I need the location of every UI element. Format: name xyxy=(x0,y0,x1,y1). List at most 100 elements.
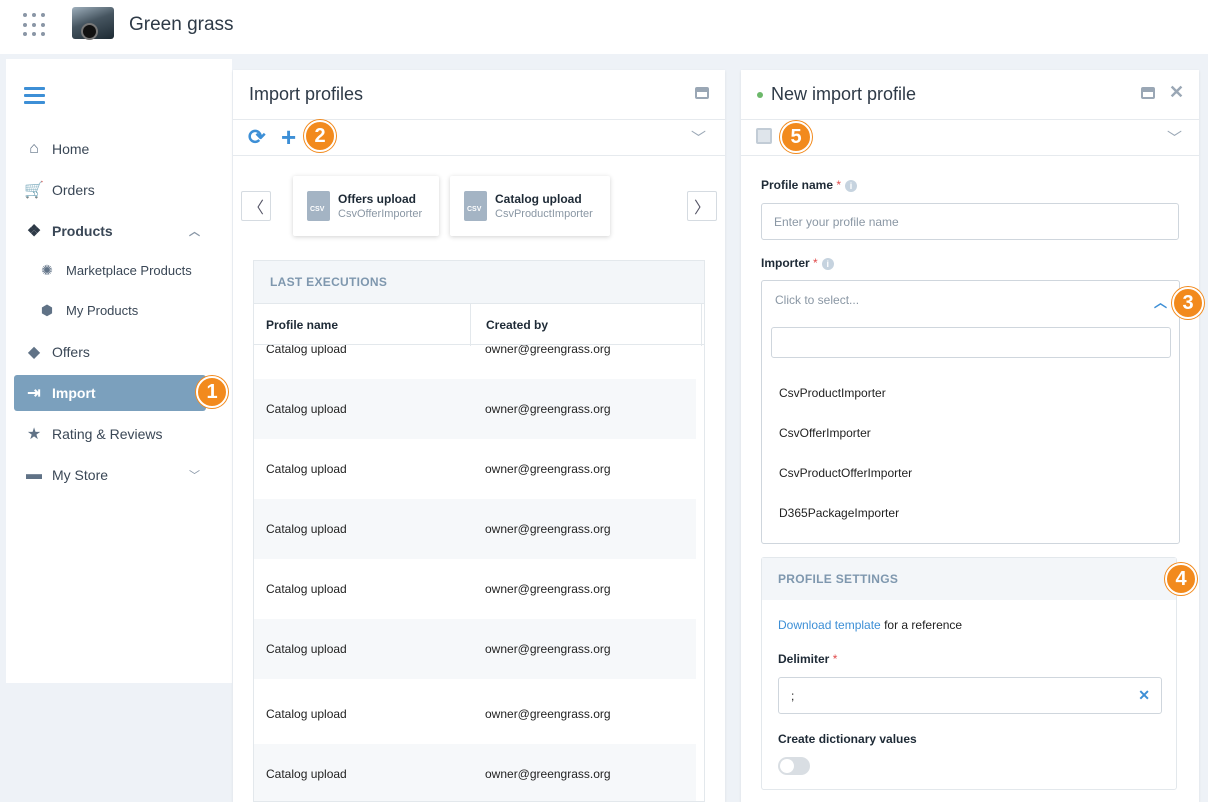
chevron-left-icon: 〈 xyxy=(247,200,264,217)
close-icon[interactable]: ✕ xyxy=(1169,82,1184,103)
sidebar-item-label: Products xyxy=(52,223,113,239)
minimize-icon[interactable] xyxy=(695,87,709,99)
sidebar-item-products[interactable]: ❖ Products ︿ xyxy=(14,213,206,249)
blade-title: Import profiles xyxy=(249,84,364,104)
importer-label: Importer * i xyxy=(761,256,834,270)
app-launcher-icon[interactable] xyxy=(23,13,47,37)
profile-name-input[interactable]: Enter your profile name xyxy=(761,203,1179,240)
create-dictionary-toggle[interactable] xyxy=(778,757,810,775)
profile-card-offers-upload[interactable]: Offers upload CsvOfferImporter xyxy=(293,176,439,236)
minimize-icon[interactable] xyxy=(1141,87,1155,99)
last-executions-table: LAST EXECUTIONS Profile name Created by … xyxy=(253,260,705,802)
sidebar-item-my-products[interactable]: ⬢ My Products xyxy=(14,292,206,328)
importer-search-input[interactable] xyxy=(771,327,1171,358)
cell-created-by: owner@greengrass.org xyxy=(485,767,611,781)
chevron-right-icon: 〉 xyxy=(693,200,710,217)
box-icon: ⬢ xyxy=(40,301,54,318)
callout-badge-5: 5 xyxy=(780,121,812,153)
importer-option[interactable]: D365PackageImporter xyxy=(779,506,899,520)
info-icon[interactable]: i xyxy=(821,257,834,270)
table-row[interactable]: Catalog upload owner@greengrass.org xyxy=(254,619,696,679)
sidebar-item-marketplace-products[interactable]: ✺ Marketplace Products xyxy=(14,252,206,288)
sidebar-item-label: My Products xyxy=(66,302,139,318)
sidebar-item-import[interactable]: ⇥ Import xyxy=(14,375,206,411)
app-logo xyxy=(72,7,114,40)
cell-profile-name: Catalog upload xyxy=(266,402,347,416)
callout-badge-1: 1 xyxy=(196,376,228,408)
sidebar-item-rating-reviews[interactable]: ★ Rating & Reviews xyxy=(14,416,206,452)
chevron-up-icon[interactable]: ︿ xyxy=(189,223,200,239)
callout-badge-3: 3 xyxy=(1172,287,1204,319)
cell-profile-name: Catalog upload xyxy=(266,767,347,781)
table-row[interactable]: Catalog upload owner@greengrass.org xyxy=(254,684,696,744)
refresh-icon[interactable]: ⟳ xyxy=(248,125,266,150)
sidebar-item-label: Orders xyxy=(52,182,95,198)
cell-profile-name: Catalog upload xyxy=(266,462,347,476)
carousel-prev-button[interactable]: 〈 xyxy=(241,191,271,221)
chevron-down-icon[interactable]: ﹀ xyxy=(189,467,200,483)
importer-option[interactable]: CsvProductImporter xyxy=(779,386,886,400)
column-header-profile-name[interactable]: Profile name xyxy=(266,318,338,332)
sidebar-item-label: My Store xyxy=(52,467,109,483)
download-template-suffix: for a reference xyxy=(880,618,963,632)
table-row[interactable]: Catalog upload owner@greengrass.org xyxy=(254,744,696,801)
sidebar-item-orders[interactable]: 🛒 Orders xyxy=(14,172,206,208)
table-row[interactable]: Catalog upload owner@greengrass.org xyxy=(254,439,696,499)
app-title: Green grass xyxy=(129,14,234,35)
dictionary-label: Create dictionary values xyxy=(778,732,917,746)
import-profiles-blade: Import profiles ⟳ + ﹀ 〈 〉 Offers upload … xyxy=(233,70,725,802)
download-template-link[interactable]: Download template xyxy=(778,618,881,632)
table-row[interactable]: Catalog upload owner@greengrass.org xyxy=(254,379,696,439)
sidebar-item-label: Rating & Reviews xyxy=(52,426,163,442)
download-template-text: Download template for a reference xyxy=(778,618,962,632)
carousel-next-button[interactable]: 〉 xyxy=(687,191,717,221)
profile-name-label: Profile name * i xyxy=(761,178,858,192)
cell-created-by: owner@greengrass.org xyxy=(485,522,611,536)
products-icon: ❖ xyxy=(26,223,42,240)
chevron-down-icon[interactable]: ﹀ xyxy=(691,127,706,148)
chevron-down-icon[interactable]: ﹀ xyxy=(1167,127,1182,148)
offers-icon: ◆ xyxy=(27,344,41,361)
delimiter-label: Delimiter * xyxy=(778,652,838,666)
info-icon[interactable]: i xyxy=(845,179,858,192)
sidebar-item-label: Import xyxy=(52,385,96,401)
column-header-created-by[interactable]: Created by xyxy=(486,318,548,332)
cell-profile-name: Catalog upload xyxy=(266,582,347,596)
profile-card-importer: CsvProductImporter xyxy=(495,208,593,220)
new-import-profile-blade: New import profile ✕ ﹀ Profile name * i E… xyxy=(741,70,1199,802)
profile-card-catalog-upload[interactable]: Catalog upload CsvProductImporter xyxy=(450,176,610,236)
delimiter-input[interactable]: ; ✕ xyxy=(778,677,1162,714)
chevron-up-icon[interactable]: ︿ xyxy=(1154,292,1167,311)
importer-select[interactable]: Click to select... ︿ CsvProductImporter … xyxy=(761,280,1180,544)
top-bar: Green grass xyxy=(0,0,1208,54)
delimiter-value: ; xyxy=(791,688,795,703)
csv-file-icon xyxy=(307,191,330,221)
cart-icon: 🛒 xyxy=(24,182,44,199)
section-title: LAST EXECUTIONS xyxy=(254,261,704,303)
cell-created-by: owner@greengrass.org xyxy=(485,707,611,721)
save-icon[interactable] xyxy=(756,128,772,144)
table-row[interactable]: Catalog upload owner@greengrass.org xyxy=(254,499,696,559)
cell-created-by: owner@greengrass.org xyxy=(485,402,611,416)
home-icon: ⌂ xyxy=(29,140,39,157)
marketplace-icon: ✺ xyxy=(41,261,53,278)
sidebar-item-my-store[interactable]: ▬ My Store ﹀ xyxy=(14,457,206,493)
sidebar: ⌂ Home 🛒 Orders ❖ Products ︿ ✺ Marketpla… xyxy=(6,59,232,683)
importer-placeholder: Click to select... xyxy=(775,293,860,307)
star-icon: ★ xyxy=(26,426,42,443)
sidebar-item-home[interactable]: ⌂ Home xyxy=(14,131,206,167)
table-row[interactable]: Catalog upload owner@greengrass.org xyxy=(254,559,696,619)
profile-card-name: Offers upload xyxy=(338,192,417,206)
blade-header: New import profile ✕ xyxy=(741,70,1199,120)
add-icon[interactable]: + xyxy=(281,122,296,153)
sidebar-item-offers[interactable]: ◆ Offers xyxy=(14,334,206,370)
importer-option[interactable]: CsvOfferImporter xyxy=(779,426,871,440)
blade-header: Import profiles xyxy=(233,70,725,120)
profile-card-importer: CsvOfferImporter xyxy=(338,208,423,220)
importer-option[interactable]: CsvProductOfferImporter xyxy=(779,466,912,480)
clear-icon[interactable]: ✕ xyxy=(1138,687,1150,704)
status-dot xyxy=(757,91,763,98)
sidebar-item-label: Marketplace Products xyxy=(66,262,192,278)
callout-badge-4: 4 xyxy=(1165,563,1197,595)
menu-icon[interactable] xyxy=(24,87,45,104)
